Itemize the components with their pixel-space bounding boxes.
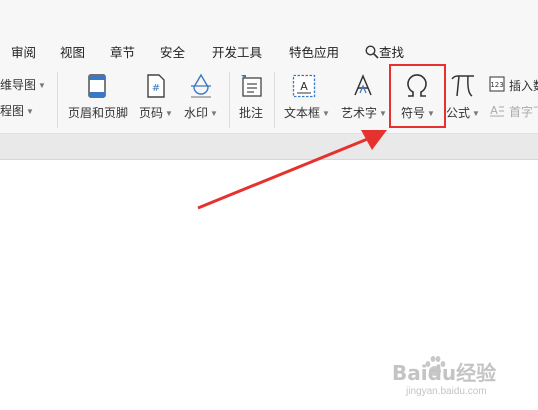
baidu-watermark: Baidu经验 jingyan.baidu.com (392, 352, 522, 402)
watermark-url: jingyan.baidu.com (406, 386, 487, 397)
annotation-arrow (197, 130, 387, 210)
watermark-brand: Baidu经验 (392, 361, 497, 385)
